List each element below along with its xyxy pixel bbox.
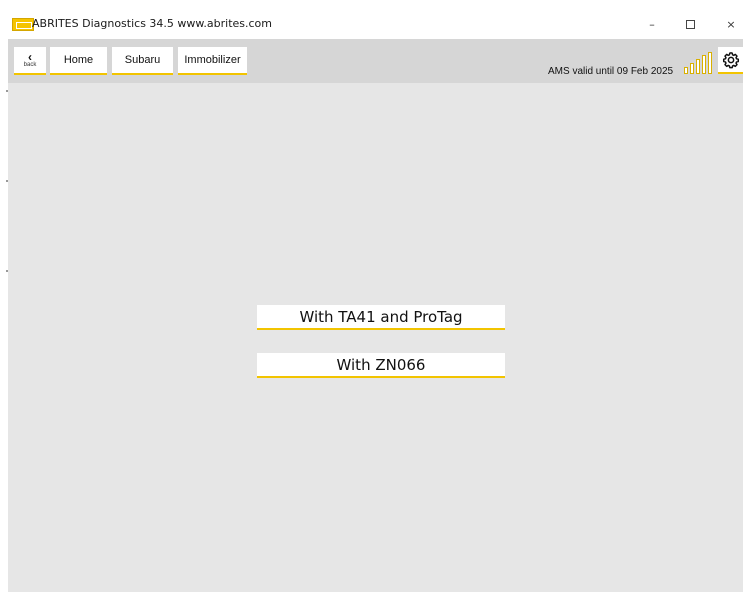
back-button[interactable]: ‹ back (14, 47, 46, 75)
breadcrumb-home[interactable]: Home (50, 47, 107, 75)
chevron-left-icon: ‹ (28, 49, 32, 64)
signal-strength-icon (684, 52, 714, 74)
toolbar: ‹ back Home Subaru Immobilizer AMS valid… (8, 39, 743, 83)
left-edge (0, 0, 8, 592)
main-content: With TA41 and ProTag With ZN066 (8, 83, 743, 592)
settings-button[interactable] (718, 47, 743, 74)
maximize-button[interactable] (668, 10, 712, 39)
breadcrumb-subaru[interactable]: Subaru (112, 47, 173, 75)
app-window: ABRITES Diagnostics 34.5 www.abrites.com… (8, 10, 743, 592)
close-button[interactable]: × (711, 10, 743, 39)
window-title: ABRITES Diagnostics 34.5 www.abrites.com (32, 17, 273, 30)
option-zn066-button[interactable]: With ZN066 (257, 353, 505, 378)
gear-icon (722, 51, 739, 68)
option-ta41-protag-button[interactable]: With TA41 and ProTag (257, 305, 505, 330)
ams-status: AMS valid until 09 Feb 2025 (548, 66, 674, 77)
back-label: back (23, 61, 37, 68)
abrites-logo-icon (12, 18, 34, 31)
title-bar[interactable]: ABRITES Diagnostics 34.5 www.abrites.com… (8, 10, 743, 39)
maximize-icon (685, 20, 695, 29)
breadcrumb-immobilizer[interactable]: Immobilizer (178, 47, 247, 75)
